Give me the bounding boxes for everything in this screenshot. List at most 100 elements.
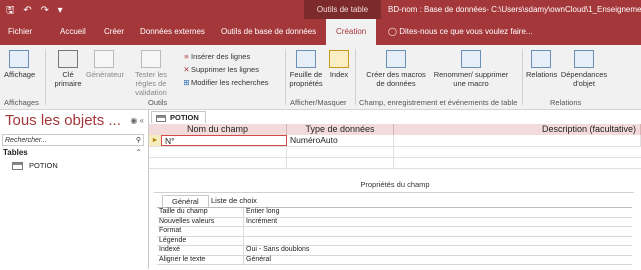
property-row[interactable]: Format	[157, 227, 632, 237]
property-row[interactable]: Légende	[157, 236, 632, 246]
field-name-cell[interactable]: N°	[161, 135, 287, 146]
quick-access-toolbar: 🖫 ↶ ↷ ▾	[6, 3, 69, 20]
document-tab-potion[interactable]: POTION	[151, 111, 206, 123]
data-macro-icon	[386, 50, 406, 68]
nav-pane-controls: ◉ «	[130, 116, 144, 125]
redo-icon[interactable]: ↷	[40, 5, 48, 16]
field-properties-panel: Général Liste de choix Taille du champ En…	[154, 192, 634, 270]
primary-key-row-selector-icon[interactable]: ►	[149, 135, 161, 146]
relations-button[interactable]: Relations	[526, 50, 558, 79]
navigation-pane: Tous les objets ... ◉ « Rechercher... ⚲ …	[0, 110, 149, 269]
tab-creation[interactable]: Création	[326, 19, 377, 45]
nav-item-label: POTION	[29, 161, 58, 170]
data-type-cell[interactable]	[287, 157, 394, 168]
property-row[interactable]: Nouvelles valeurs Incrément	[157, 217, 632, 227]
ribbon: Affichage Affichages Clé primaire Généra…	[0, 45, 641, 110]
property-value[interactable]	[243, 236, 546, 245]
nav-pane-title[interactable]: Tous les objets ...	[5, 112, 121, 129]
tab-liste-de-choix[interactable]: Liste de choix	[206, 195, 262, 206]
group-separator	[285, 49, 286, 105]
table-row[interactable]	[149, 157, 641, 169]
search-icon[interactable]: ⚲	[136, 135, 141, 147]
dependances-button[interactable]: Dépendances d'objet	[558, 50, 610, 88]
nav-group-tables[interactable]: Tables	[3, 148, 28, 157]
cle-primaire-button[interactable]: Clé primaire	[54, 50, 82, 88]
property-row[interactable]: Taille du champ Entier long	[157, 208, 632, 218]
lookup-icon: ⊞	[183, 78, 190, 87]
tell-me-box[interactable]: ◯ Dites-nous ce que vous voulez faire...	[388, 19, 533, 45]
column-header-nom[interactable]: Nom du champ	[149, 124, 287, 135]
renommer-macro-button[interactable]: Renommer/ supprimer une macro	[430, 50, 512, 88]
undo-icon[interactable]: ↶	[23, 5, 31, 16]
index-button[interactable]: Index	[328, 50, 350, 79]
property-row[interactable]: Aligner le texte Général	[157, 255, 632, 265]
inserer-lignes-label: Insérer des lignes	[191, 52, 251, 61]
delete-rows-icon: ✕	[183, 65, 190, 74]
document-tab-label: POTION	[170, 113, 199, 122]
key-icon	[58, 50, 78, 68]
tab-donnees-externes[interactable]: Données externes	[140, 19, 205, 45]
table-icon	[12, 162, 23, 171]
collapse-group-icon[interactable]: ⌃	[135, 148, 142, 157]
feuille-proprietes-button[interactable]: Feuille de propriétés	[288, 50, 324, 88]
chevron-down-icon[interactable]: ◉	[130, 116, 137, 125]
validate-icon	[141, 50, 161, 68]
index-icon	[329, 50, 349, 68]
group-champ-events-label: Champ, enregistrement et événements de t…	[359, 98, 518, 107]
property-key: Aligner le texte	[159, 255, 206, 263]
field-name-cell[interactable]	[149, 157, 287, 168]
data-type-cell[interactable]: NuméroAuto	[287, 135, 394, 146]
property-value[interactable]	[243, 227, 546, 236]
group-relations-label: Relations	[550, 98, 582, 107]
property-value[interactable]: Oui - Sans doublons	[243, 246, 546, 255]
view-icon	[9, 50, 29, 68]
modifier-recherches-button[interactable]: ⊞Modifier les recherches	[182, 78, 268, 87]
nav-item-potion[interactable]: POTION	[12, 161, 58, 171]
cle-primaire-label: Clé primaire	[54, 70, 82, 88]
customize-qat-icon[interactable]: ▾	[58, 5, 63, 16]
nav-search-input[interactable]: Rechercher... ⚲	[2, 134, 144, 146]
property-value[interactable]: Général	[243, 255, 546, 264]
relations-label: Relations	[526, 70, 558, 79]
properties-table: Taille du champ Entier long Nouvelles val…	[157, 207, 632, 265]
collapse-pane-icon[interactable]: «	[140, 116, 144, 125]
field-name-cell[interactable]	[149, 146, 287, 157]
creer-macros-button[interactable]: Créer des macros de données	[366, 50, 426, 88]
renommer-macro-label: Renommer/ supprimer une macro	[433, 70, 509, 88]
inserer-lignes-button[interactable]: ≡ Insérer des lignes	[182, 52, 250, 61]
feuille-proprietes-label: Feuille de propriétés	[289, 70, 323, 88]
affichage-label: Affichage	[4, 70, 36, 79]
data-type-cell[interactable]	[287, 146, 394, 157]
ribbon-tabs: Fichier Accueil Créer Données externes O…	[0, 19, 641, 45]
generateur-button[interactable]: Générateur	[86, 50, 124, 79]
property-value[interactable]: Entier long	[243, 208, 546, 217]
column-header-type[interactable]: Type de données	[287, 124, 394, 135]
property-value[interactable]: Incrément	[243, 217, 546, 226]
group-affichages-label: Affichages	[4, 98, 39, 107]
group-separator	[522, 49, 523, 105]
wand-icon	[94, 50, 114, 68]
property-row[interactable]: Indexé Oui - Sans doublons	[157, 246, 632, 256]
generateur-label: Générateur	[86, 70, 124, 79]
lightbulb-icon: ◯	[388, 27, 397, 36]
tester-regles-button[interactable]: Tester les règles de validation	[124, 50, 178, 97]
group-separator	[355, 49, 356, 105]
supprimer-lignes-button[interactable]: ✕Supprimer les lignes	[182, 65, 259, 74]
group-outils-label: Outils	[148, 98, 168, 107]
tab-fichier[interactable]: Fichier	[8, 19, 32, 45]
supprimer-lignes-label: Supprimer les lignes	[191, 65, 259, 74]
relations-icon	[531, 50, 551, 68]
description-cell[interactable]	[394, 135, 641, 146]
tab-creer[interactable]: Créer	[104, 19, 124, 45]
tab-accueil[interactable]: Accueil	[60, 19, 86, 45]
column-header-description[interactable]: Description (facultative)	[394, 124, 641, 135]
affichage-button[interactable]: Affichage	[4, 50, 36, 79]
nav-search-placeholder: Rechercher...	[5, 137, 47, 144]
tab-outils-bd[interactable]: Outils de base de données	[221, 19, 316, 45]
group-separator	[45, 49, 46, 105]
tell-me-prompt: Dites-nous ce que vous voulez faire...	[399, 27, 533, 36]
save-icon[interactable]: 🖫	[6, 5, 15, 16]
dependencies-icon	[574, 50, 594, 68]
insert-rows-icon: ≡	[184, 52, 189, 61]
property-key: Nouvelles valeurs	[159, 217, 215, 225]
